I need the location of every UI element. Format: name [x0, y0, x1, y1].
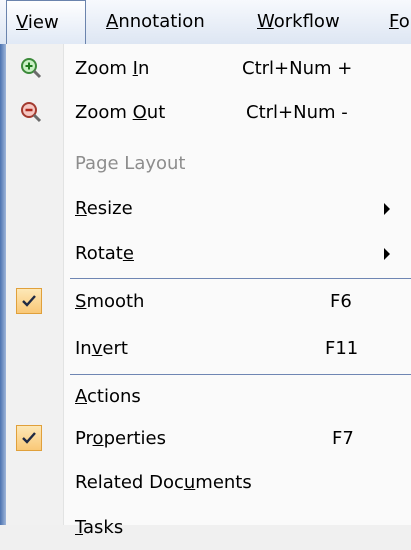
- menu-item-zoom-in[interactable]: Zoom In Ctrl+Num +: [6, 47, 411, 91]
- menu-item-label: Related Documents: [75, 472, 252, 493]
- menu-item-label: Resize: [75, 198, 133, 219]
- magnifier-plus-icon: [21, 58, 42, 79]
- view-dropdown-menu: Zoom In Ctrl+Num + Zoom Out Ctrl+Num - P…: [0, 44, 411, 538]
- menu-item-label: Properties: [75, 428, 166, 449]
- shortcut-label: Ctrl+Num -: [246, 102, 348, 123]
- menu-item-zoom-out[interactable]: Zoom Out Ctrl+Num -: [6, 91, 411, 135]
- menu-item-rotate[interactable]: Rotate: [6, 232, 411, 276]
- menu-separator: [70, 278, 411, 279]
- shortcut-label: Ctrl+Num +: [242, 58, 353, 79]
- menu-item-label: Invert: [75, 338, 128, 359]
- checkmark-icon: [16, 425, 42, 451]
- menu-annotation[interactable]: Annotation: [106, 0, 205, 44]
- menu-format[interactable]: Fo: [389, 0, 410, 44]
- menu-item-smooth[interactable]: Smooth F6: [6, 280, 411, 324]
- menu-workflow[interactable]: Workflow: [257, 0, 340, 44]
- menu-item-label: Zoom Out: [75, 102, 166, 123]
- menu-item-label: Smooth: [75, 291, 145, 312]
- shortcut-label: F11: [325, 338, 359, 359]
- checkmark-icon: [16, 288, 42, 314]
- menu-item-label: Zoom In: [75, 58, 150, 79]
- shortcut-label: F7: [332, 428, 354, 449]
- menu-item-resize[interactable]: Resize: [6, 187, 411, 231]
- menu-item-page-layout: Page Layout: [6, 142, 411, 186]
- menu-item-label: Actions: [75, 386, 141, 407]
- menu-bar: View Annotation Workflow Fo: [0, 0, 411, 46]
- shortcut-label: F6: [330, 291, 352, 312]
- menu-item-label: Rotate: [75, 243, 134, 264]
- magnifier-minus-icon: [21, 102, 42, 123]
- menu-item-label: Tasks: [75, 517, 124, 538]
- submenu-arrow-icon: [384, 203, 390, 215]
- menu-item-properties[interactable]: Properties F7: [6, 417, 411, 461]
- menu-item-actions[interactable]: Actions: [6, 375, 411, 419]
- menu-item-tasks[interactable]: Tasks: [6, 506, 411, 550]
- menu-item-related-documents[interactable]: Related Documents: [6, 461, 411, 505]
- menu-view[interactable]: View: [6, 0, 86, 46]
- menu-item-invert[interactable]: Invert F11: [6, 327, 411, 371]
- submenu-arrow-icon: [384, 248, 390, 260]
- menu-item-label: Page Layout: [75, 153, 186, 174]
